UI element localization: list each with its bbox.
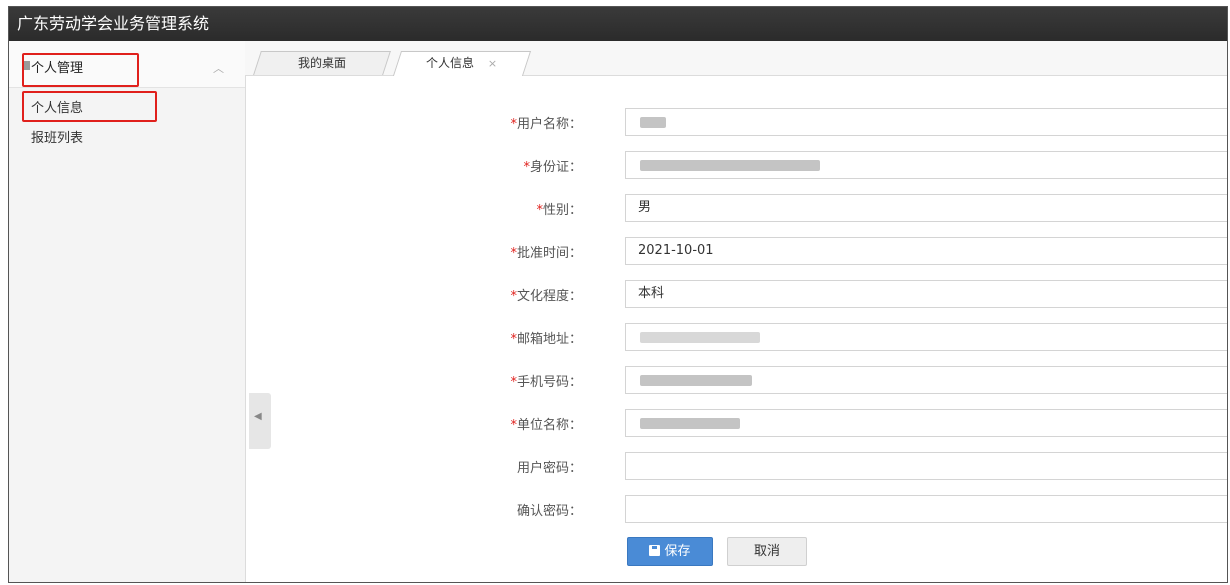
field-label: 确认密码：: [516, 504, 582, 519]
tab-my-desktop[interactable]: 我的桌面: [253, 51, 391, 75]
field-label: 文化程度：: [516, 289, 582, 304]
form-row-password: 用户密码：: [245, 452, 1227, 482]
field-label: 批准时间：: [516, 246, 582, 261]
field-label: 用户名称：: [516, 117, 582, 132]
highlight-box-group: [22, 53, 139, 87]
redacted-value: [640, 375, 752, 386]
approval-date-field[interactable]: 2021-10-01: [625, 237, 1227, 265]
redacted-value: [640, 117, 666, 128]
app-window: 广东劳动学会业务管理系统 个人管理 ︿ 个人信息 报班列表 我的桌面 个人信息 …: [8, 6, 1228, 583]
cancel-button[interactable]: 取消: [727, 537, 807, 566]
field-label: 单位名称：: [516, 418, 582, 433]
redacted-value: [640, 160, 820, 171]
field-label: 手机号码：: [516, 375, 582, 390]
tab-personal-info[interactable]: 个人信息 ×: [392, 51, 532, 76]
company-field[interactable]: [625, 409, 1227, 437]
form-row-education: *文化程度： 本科: [245, 280, 1227, 310]
field-label: 邮箱地址：: [516, 332, 582, 347]
save-icon: [649, 545, 661, 556]
education-field[interactable]: 本科: [625, 280, 1227, 308]
password-field[interactable]: [625, 452, 1227, 480]
form-row-username: *用户名称：: [245, 108, 1227, 138]
gender-field[interactable]: 男: [625, 194, 1227, 222]
close-icon[interactable]: ×: [488, 57, 497, 70]
app-title: 广东劳动学会业务管理系统: [17, 14, 210, 33]
tab-label: 我的桌面: [297, 56, 346, 70]
form-row-gender: *性别： 男: [245, 194, 1227, 224]
email-field[interactable]: [625, 323, 1227, 351]
username-field[interactable]: [625, 108, 1227, 136]
field-label: 用户密码：: [516, 461, 582, 476]
tab-strip: 我的桌面 个人信息 ×: [245, 41, 1227, 76]
form-row-company: *单位名称：: [245, 409, 1227, 439]
tab-label: 个人信息: [426, 56, 475, 70]
save-button-label: 保存: [664, 544, 691, 559]
form-row-id-card: *身份证：: [245, 151, 1227, 181]
redacted-value: [640, 418, 740, 429]
sidebar: 个人管理 ︿ 个人信息 报班列表: [9, 41, 246, 582]
chevron-up-icon[interactable]: ︿: [213, 60, 224, 76]
confirm-password-field[interactable]: [625, 495, 1227, 523]
id-card-field[interactable]: [625, 151, 1227, 179]
sidebar-item-class-list[interactable]: 报班列表: [31, 127, 83, 146]
form-row-confirm-password: 确认密码：: [245, 495, 1227, 525]
top-header: 广东劳动学会业务管理系统: [9, 7, 1227, 41]
field-label: 身份证：: [529, 160, 582, 175]
redacted-value: [640, 332, 760, 343]
phone-field[interactable]: [625, 366, 1227, 394]
highlight-box-item: [22, 91, 157, 122]
form-row-phone: *手机号码：: [245, 366, 1227, 396]
form-row-email: *邮箱地址：: [245, 323, 1227, 353]
save-button[interactable]: 保存: [627, 537, 713, 566]
field-label: 性别：: [542, 203, 582, 218]
form-row-approval-date: *批准时间： 2021-10-01: [245, 237, 1227, 267]
